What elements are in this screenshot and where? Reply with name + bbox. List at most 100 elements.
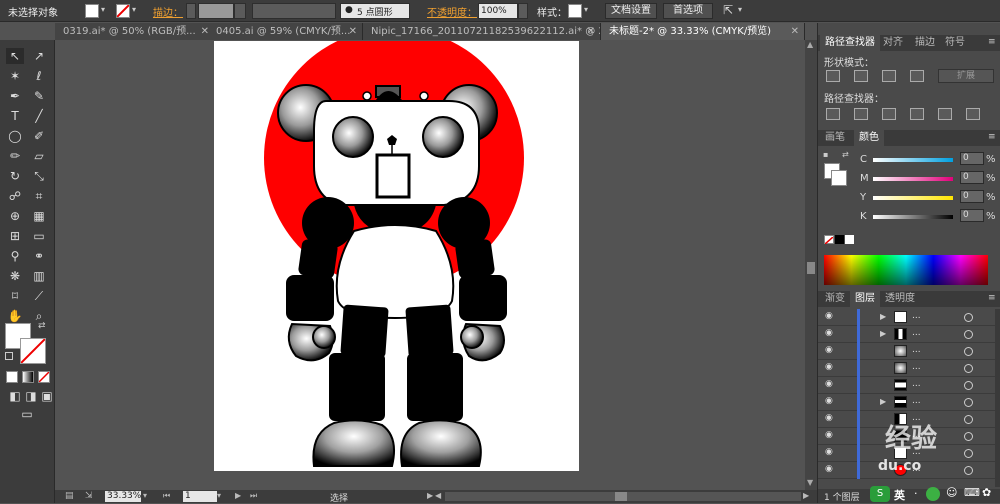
hand-tool-icon[interactable]: ✋ — [6, 308, 24, 324]
gradient-mode-icon[interactable] — [22, 371, 34, 383]
tab-color[interactable]: 颜色 — [854, 130, 884, 146]
emoji-icon[interactable]: ☺ — [946, 486, 957, 499]
status-menu-icon[interactable]: ▶ — [427, 491, 433, 500]
chevron-down-icon[interactable]: ▼ — [807, 478, 813, 487]
chevron-down-icon[interactable]: ▾ — [738, 5, 742, 14]
stroke-color-swatch[interactable] — [20, 338, 46, 364]
chevron-down-icon[interactable]: ▾ — [132, 5, 136, 14]
target-circle-icon[interactable] — [964, 364, 973, 373]
tab-0319[interactable]: 0319.ai* @ 50% (RGB/预... ✕ — [55, 23, 215, 40]
artboard-number-input[interactable]: 1 — [183, 491, 217, 502]
chevron-down-icon[interactable]: ▾ — [101, 5, 105, 14]
paintbrush-tool-icon[interactable]: ✐ — [30, 128, 48, 144]
tab-untitled-2[interactable]: 未标题-2* @ 33.33% (CMYK/预览) ✕ — [601, 23, 805, 40]
fill-swatch[interactable] — [85, 4, 99, 18]
yellow-slider[interactable] — [873, 196, 953, 200]
black-swatch[interactable] — [835, 235, 844, 244]
last-artboard-icon[interactable]: ⏭ — [250, 491, 257, 501]
panel-menu-icon[interactable]: ≡ — [988, 132, 996, 142]
target-circle-icon[interactable] — [964, 330, 973, 339]
visibility-eye-icon[interactable]: ◉ — [825, 329, 835, 338]
tab-layers[interactable]: 图层 — [850, 291, 880, 307]
punctuation-icon[interactable]: · — [914, 487, 918, 500]
magic-wand-tool-icon[interactable]: ✶ — [6, 68, 24, 84]
chevron-down-icon[interactable]: ▾ — [584, 5, 588, 14]
scrollbar-thumb[interactable] — [615, 492, 627, 501]
stroke-weight-input[interactable] — [198, 3, 234, 19]
zoom-input[interactable]: 33.33% — [105, 491, 141, 502]
crop-icon[interactable] — [910, 108, 924, 120]
brush-dropdown[interactable]: ● 5 点圆形 — [340, 3, 410, 19]
target-circle-icon[interactable] — [964, 432, 973, 441]
target-circle-icon[interactable] — [964, 398, 973, 407]
scrollbar-thumb[interactable] — [807, 262, 815, 274]
tab-align[interactable]: 对齐 — [878, 35, 908, 51]
close-icon[interactable]: ✕ — [587, 23, 595, 40]
panda-robot-illustration[interactable] — [214, 28, 579, 471]
opacity-dropdown[interactable] — [518, 3, 528, 19]
tab-stroke[interactable]: 描边 — [910, 35, 940, 51]
target-circle-icon[interactable] — [964, 381, 973, 390]
document-settings-button[interactable]: 文档设置 — [605, 3, 657, 19]
first-artboard-icon[interactable]: ⏮ — [163, 491, 170, 501]
minus-back-icon[interactable] — [966, 108, 980, 120]
next-artboard-icon[interactable]: ▶ — [235, 491, 241, 500]
none-color-icon[interactable] — [824, 235, 834, 245]
skin-icon[interactable]: ✿ — [982, 486, 991, 499]
layers-scrollbar[interactable] — [995, 309, 1000, 487]
opacity-input[interactable]: 100% — [478, 3, 518, 19]
visibility-eye-icon[interactable]: ◉ — [825, 380, 835, 389]
artboard-tool-icon[interactable]: ⌑ — [6, 288, 24, 304]
rotate-tool-icon[interactable]: ↻ — [6, 168, 24, 184]
target-circle-icon[interactable] — [964, 466, 973, 475]
scale-tool-icon[interactable]: ⤡ — [30, 168, 48, 184]
visibility-eye-icon[interactable]: ◉ — [825, 431, 835, 440]
trim-icon[interactable] — [854, 108, 868, 120]
free-transform-tool-icon[interactable]: ⌗ — [30, 188, 48, 204]
stroke-weight-stepper[interactable] — [186, 3, 196, 19]
eyedropper-tool-icon[interactable]: ⚲ — [6, 248, 24, 264]
variable-width-dropdown[interactable] — [252, 3, 336, 19]
expand-button[interactable]: 扩展 — [938, 69, 994, 83]
direct-selection-tool-icon[interactable]: ↗ — [30, 48, 48, 64]
layer-row[interactable]: ◉ ▶... — [818, 394, 1000, 411]
visibility-eye-icon[interactable]: ◉ — [825, 448, 835, 457]
gradient-tool-icon[interactable]: ▭ — [30, 228, 48, 244]
chevron-down-icon[interactable]: ▾ — [143, 491, 147, 500]
color-spectrum[interactable] — [824, 255, 988, 285]
artboard-nav-icon[interactable]: ▤ — [65, 491, 74, 501]
layer-row[interactable]: ◉... — [818, 343, 1000, 360]
outline-icon[interactable] — [938, 108, 952, 120]
horizontal-scrollbar[interactable] — [445, 492, 801, 501]
ellipse-tool-icon[interactable]: ◯ — [6, 128, 24, 144]
shape-builder-tool-icon[interactable]: ⊕ — [6, 208, 24, 224]
target-circle-icon[interactable] — [964, 347, 973, 356]
preferences-button[interactable]: 首选项 — [663, 3, 713, 19]
layer-row[interactable]: ◉... — [818, 377, 1000, 394]
magenta-slider[interactable] — [873, 177, 953, 181]
slice-tool-icon[interactable]: ⟋ — [30, 288, 48, 304]
visibility-eye-icon[interactable]: ◉ — [825, 346, 835, 355]
intersect-icon[interactable] — [882, 70, 896, 82]
swap-colors-icon[interactable]: ⇄ — [38, 321, 46, 331]
minus-front-icon[interactable] — [854, 70, 868, 82]
opacity-label[interactable]: 不透明度： — [427, 4, 477, 19]
stroke-weight-dropdown[interactable] — [234, 3, 246, 19]
tab-0405[interactable]: 0405.ai @ 59% (CMYK/预... ✕ — [208, 23, 363, 40]
divide-icon[interactable] — [826, 108, 840, 120]
white-swatch[interactable] — [845, 235, 854, 244]
symbol-sprayer-tool-icon[interactable]: ❋ — [6, 268, 24, 284]
selection-tool-icon[interactable]: ↖ — [6, 48, 24, 64]
exclude-icon[interactable] — [910, 70, 924, 82]
new-artboard-icon[interactable]: ⇲ — [85, 491, 93, 501]
vertical-scrollbar[interactable]: ▲ ▼ — [805, 40, 817, 490]
tab-symbols[interactable]: 符号 — [940, 35, 970, 51]
black-input[interactable]: 0 — [960, 209, 984, 222]
visibility-eye-icon[interactable]: ◉ — [825, 312, 835, 321]
artboard[interactable] — [214, 28, 579, 471]
panel-menu-icon[interactable]: ≡ — [988, 293, 996, 303]
expand-triangle-icon[interactable]: ▶ — [880, 312, 886, 321]
keyboard-icon[interactable]: ⌨ — [964, 486, 980, 499]
layer-row[interactable]: ◉ ▶... — [818, 309, 1000, 326]
layer-row[interactable]: ◉ ▶... — [818, 326, 1000, 343]
